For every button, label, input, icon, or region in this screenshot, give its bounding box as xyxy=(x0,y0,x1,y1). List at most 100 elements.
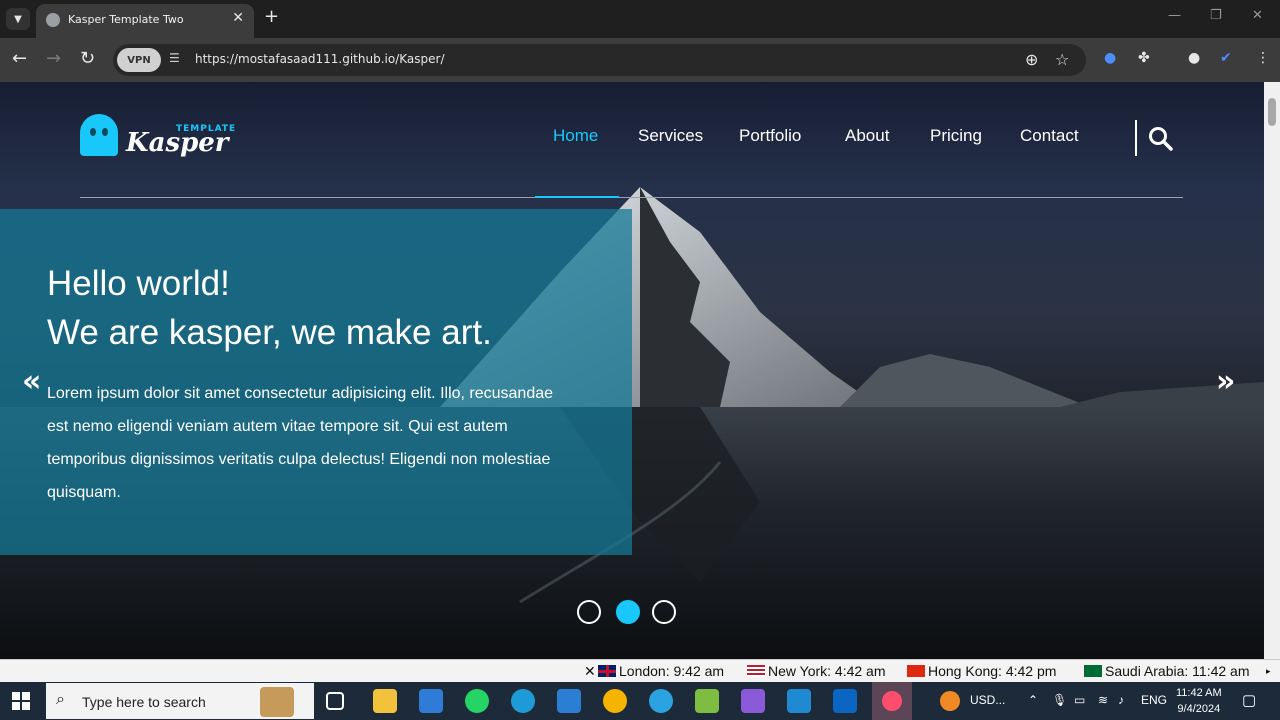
close-tab-icon[interactable]: ✕ xyxy=(232,10,244,26)
zoom-icon[interactable]: ⊕ xyxy=(1025,50,1038,69)
maximize-button[interactable]: ❐ xyxy=(1210,8,1222,23)
recorder-app-active[interactable] xyxy=(872,682,912,720)
nav-portfolio[interactable]: Portfolio xyxy=(739,126,801,146)
address-bar[interactable]: VPN ☰ https://mostafasaad111.github.io/K… xyxy=(113,44,1086,76)
search-icon[interactable] xyxy=(1148,126,1174,152)
tab-title: Kasper Template Two xyxy=(68,13,184,26)
hero-heading-line2: We are kasper, we make art. xyxy=(47,313,492,352)
vscode-icon[interactable] xyxy=(787,689,811,713)
minimize-button[interactable]: — xyxy=(1168,8,1181,23)
language-indicator[interactable]: ENG xyxy=(1141,693,1167,707)
hero-heading: Hello world! We are kasper, we make art. xyxy=(47,259,492,357)
browser-toolbar: ← → ↻ VPN ☰ https://mostafasaad111.githu… xyxy=(0,38,1280,82)
ticker-hong-kong-label: Hong Kong: 4:42 pm xyxy=(928,663,1057,679)
volume-icon[interactable]: ♪ xyxy=(1118,693,1124,707)
windows-start-icon[interactable] xyxy=(12,692,30,710)
kasper-page: TEMPLATE Kasper Home Services Portfolio … xyxy=(0,82,1264,659)
stock-ticker-text[interactable]: USD... xyxy=(970,693,1005,707)
uk-flag-icon xyxy=(598,665,616,677)
ticker-saudi-arabia: Saudi Arabia: 11:42 am xyxy=(1084,663,1250,679)
active-nav-underline xyxy=(535,196,619,198)
next-slide-arrow[interactable]: » xyxy=(1216,364,1235,399)
notifications-icon[interactable]: ▢ xyxy=(1242,691,1256,709)
hero-paragraph: Lorem ipsum dolor sit amet consectetur a… xyxy=(47,385,554,501)
microsoft-store-icon[interactable] xyxy=(419,689,443,713)
hero-heading-line1: Hello world! xyxy=(47,264,230,303)
nav-pricing[interactable]: Pricing xyxy=(930,126,982,146)
telegram-icon[interactable] xyxy=(649,689,673,713)
header-divider xyxy=(80,197,1183,198)
back-button[interactable]: ← xyxy=(12,48,27,69)
forward-button[interactable]: → xyxy=(46,48,61,69)
ticker-hong-kong: Hong Kong: 4:42 pm xyxy=(907,663,1056,679)
tray-overflow-chevron-icon[interactable]: ⌃ xyxy=(1028,693,1038,707)
saudi-flag-icon xyxy=(1084,665,1102,677)
task-view-icon[interactable] xyxy=(326,692,344,710)
record-icon xyxy=(882,691,902,711)
stock-ticker-icon xyxy=(940,691,960,711)
nav-services[interactable]: Services xyxy=(638,126,703,146)
world-clock-ticker: ✕ London: 9:42 am New York: 4:42 am Hong… xyxy=(0,659,1280,682)
hk-flag-icon xyxy=(907,665,925,677)
nav-contact[interactable]: Contact xyxy=(1020,126,1079,146)
ghost-eye-right xyxy=(102,128,108,136)
ghost-icon xyxy=(80,114,118,156)
microphone-icon[interactable]: 🎙 xyxy=(1052,693,1067,707)
ticker-london: London: 9:42 am xyxy=(598,663,724,679)
vpn-badge[interactable]: VPN xyxy=(117,48,161,72)
notepad-icon[interactable] xyxy=(695,689,719,713)
ticker-new-york: New York: 4:42 am xyxy=(747,663,886,679)
reload-button[interactable]: ↻ xyxy=(80,48,95,69)
extensions-puzzle-icon[interactable]: ✤ xyxy=(1138,50,1150,66)
nav-divider xyxy=(1135,120,1137,156)
url-text[interactable]: https://mostafasaad111.github.io/Kasper/ xyxy=(195,52,445,66)
battery-icon[interactable]: ▭ xyxy=(1074,693,1085,707)
wifi-icon[interactable]: ≋ xyxy=(1098,693,1108,707)
taskbar-search-placeholder: Type here to search xyxy=(82,694,206,710)
search-highlight-icon xyxy=(260,687,294,717)
windows-taskbar: ⌕ Type here to search USD... ⌃ 🎙 ▭ ≋ ♪ E… xyxy=(0,682,1280,720)
ticker-saudi-label: Saudi Arabia: 11:42 am xyxy=(1105,663,1250,679)
linkedin-icon[interactable] xyxy=(833,689,857,713)
site-info-icon[interactable]: ☰ xyxy=(169,51,185,67)
bookmark-star-icon[interactable]: ☆ xyxy=(1055,50,1069,69)
slide-bullet-1[interactable] xyxy=(577,600,601,624)
nav-about[interactable]: About xyxy=(845,126,889,146)
clock-time: 11:42 AM xyxy=(1176,687,1222,699)
extension-check-icon[interactable]: ✔ xyxy=(1220,50,1232,66)
prev-slide-arrow[interactable]: « xyxy=(22,364,41,399)
visual-studio-icon[interactable] xyxy=(741,689,765,713)
ticker-london-label: London: 9:42 am xyxy=(619,663,725,679)
close-window-button[interactable]: ✕ xyxy=(1252,8,1263,23)
taskbar-clock[interactable]: 11:42 AM 9/4/2024 xyxy=(1176,685,1222,717)
globe-icon xyxy=(46,13,60,27)
mail-icon[interactable] xyxy=(557,689,581,713)
logo-wordmark: Kasper xyxy=(126,128,229,158)
ticker-scroll-arrow-icon[interactable]: ▸ xyxy=(1266,666,1271,677)
slide-bullet-2[interactable] xyxy=(616,600,640,624)
extension-lock-icon[interactable]: ● xyxy=(1104,50,1116,66)
nav-home[interactable]: Home xyxy=(553,126,598,146)
clock-date: 9/4/2024 xyxy=(1177,703,1221,715)
menu-kebab-icon[interactable]: ⋮ xyxy=(1256,50,1270,66)
ghost-eye-left xyxy=(90,128,96,136)
us-flag-icon xyxy=(747,665,765,677)
ticker-close-icon[interactable]: ✕ xyxy=(584,663,596,680)
browser-tab-strip: ▼ Kasper Template Two ✕ + — ❐ ✕ xyxy=(0,0,1280,38)
chrome-icon[interactable] xyxy=(603,689,627,713)
slide-bullet-3[interactable] xyxy=(652,600,676,624)
profile-icon[interactable]: ● xyxy=(1188,50,1200,66)
file-explorer-icon[interactable] xyxy=(373,689,397,713)
scrollbar-thumb[interactable] xyxy=(1268,98,1276,126)
page-scrollbar[interactable] xyxy=(1264,82,1280,659)
tab-search-button[interactable]: ▼ xyxy=(6,8,30,30)
browser-tab[interactable]: Kasper Template Two ✕ xyxy=(36,4,254,38)
edge-icon[interactable] xyxy=(511,689,535,713)
new-tab-button[interactable]: + xyxy=(264,6,279,27)
taskbar-search-icon: ⌕ xyxy=(56,691,65,708)
whatsapp-icon[interactable] xyxy=(465,689,489,713)
kasper-logo[interactable]: TEMPLATE Kasper xyxy=(80,112,235,162)
hero-text-box: Hello world! We are kasper, we make art.… xyxy=(0,209,632,555)
taskbar-search-box[interactable]: ⌕ Type here to search xyxy=(46,683,314,719)
ticker-new-york-label: New York: 4:42 am xyxy=(768,663,886,679)
